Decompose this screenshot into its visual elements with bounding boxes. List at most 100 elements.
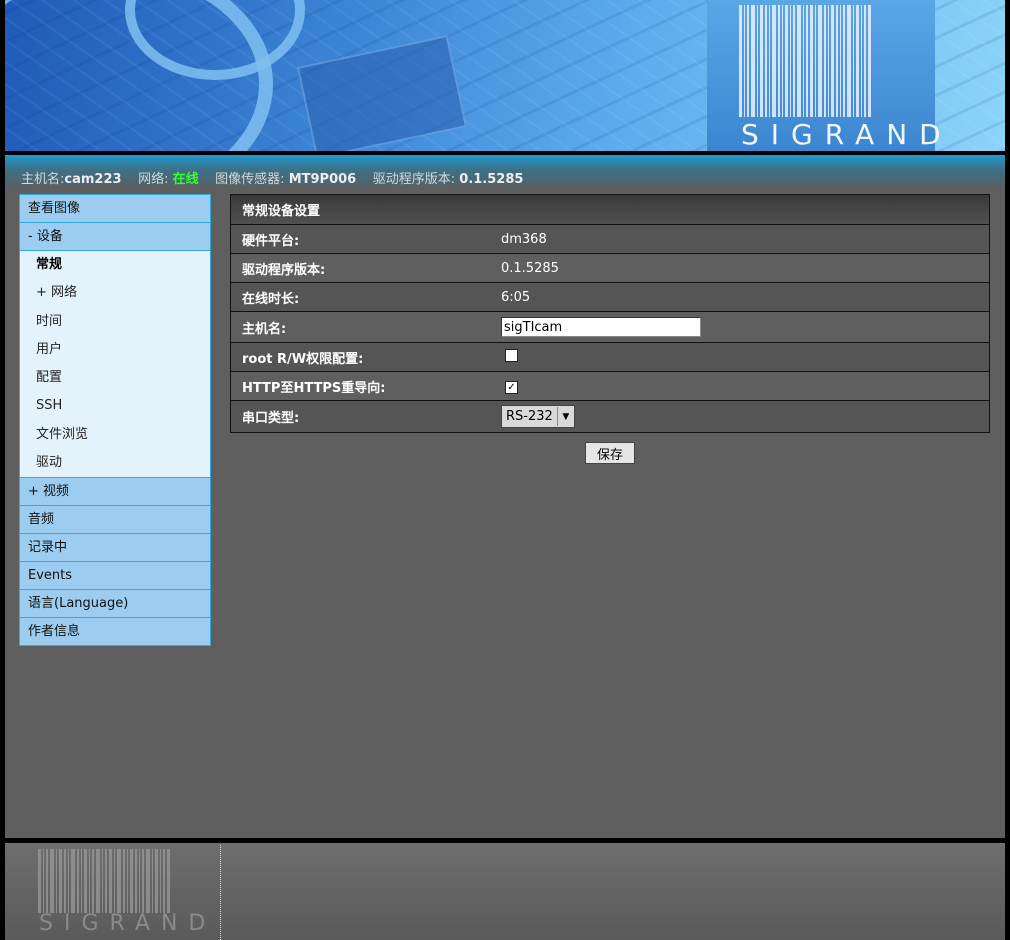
barcode-bar [89,849,90,913]
host-label: 主机名: [21,172,65,187]
row-serial-type: 串口类型: RS-232 ▼ [231,400,989,432]
serial-type-select[interactable]: RS-232 ▼ [501,405,575,428]
barcode-bar [803,5,804,117]
network-label: 网络: [138,172,169,187]
barcode-bar [818,5,822,117]
barcode-bar [139,849,140,913]
barcode-bar [831,5,834,117]
serial-type-value: RS-232 [506,409,553,424]
nav-sub-config[interactable]: 配置 [20,364,210,393]
barcode-bar [77,849,79,913]
nav-audio[interactable]: 音频 [20,506,210,535]
panel-title: 常规设备设置 [242,204,321,219]
barcode-bar [751,5,755,117]
barcode-bar [778,5,780,117]
nav-sub-drivers[interactable]: 驱动 [20,449,210,478]
nav-device[interactable]: - 设备 [20,223,210,251]
row-hardware: 硬件平台: dm368 [231,224,989,253]
barcode-bar [836,5,838,117]
nav-sub-time[interactable]: 时间 [20,307,210,336]
hostname-label: 主机名: [242,321,287,337]
barcode-bar [68,849,69,913]
barcode-bar [38,849,41,913]
barcode-bar [130,849,133,913]
hostname-input[interactable] [501,317,701,337]
barcode-bar [81,849,82,913]
barcode-bar [760,5,763,117]
row-uptime: 在线时长: 6:05 [231,282,989,311]
driver-value: 0.1.5285 [501,260,559,276]
barcode-bar [152,849,153,913]
serial-label: 串口类型: [242,411,300,426]
row-hostname: 主机名: [231,311,989,342]
barcode-bar [828,5,829,117]
barcode-bar [92,849,94,913]
device-status-info: 主机名:cam223 网络: 在线 图像传感器: MT9P006 驱动程序版本:… [21,168,523,187]
footer-logo-text: SIGRAND [39,911,217,936]
footer-logo: SIGRAND [5,843,215,940]
nav-sub-network[interactable]: + 网络 [20,279,210,308]
host-value: cam223 [64,172,122,187]
barcode-bar [782,5,783,117]
root-rw-label: root R/W权限配置: [242,351,364,367]
footer-divider [220,845,221,940]
driver-label: 驱动程序版本: [242,262,326,278]
barcode-bar [806,5,808,117]
https-label: HTTP至HTTPS重导向: [242,380,386,396]
barcode-bar [64,849,66,913]
root-rw-checkbox[interactable] [505,348,518,362]
barcode-bar [785,5,788,117]
barcode-bar [127,849,128,913]
main-area: 查看图像 - 设备 常规 + 网络 时间 用户 配置 SSH 文件浏览 驱动 +… [5,186,1005,838]
sensor-label: 图像传感器: [215,172,285,187]
barcode-bar [59,849,62,913]
nav-events[interactable]: Events [20,562,210,591]
barcode-bar [146,849,150,913]
barcode-bar [163,849,165,913]
chevron-down-icon[interactable]: ▼ [556,407,574,426]
barcode-bar [135,849,137,913]
barcode-bar [160,849,161,913]
driver-version-value: 0.1.5285 [459,172,524,187]
footer-barcode-icon [38,849,172,913]
settings-panel: 常规设备设置 硬件平台: dm368 驱动程序版本: 0.1.5285 在线时长… [230,194,990,433]
sensor-value: MT9P006 [288,172,357,187]
uptime-value: 6:05 [501,289,531,305]
barcode-bar [71,849,75,913]
nav-view-image[interactable]: 查看图像 [20,195,210,223]
barcode-bar [46,849,48,913]
uptime-label: 在线时长: [242,291,300,307]
barcode-bar [815,5,816,117]
barcode-bar [43,849,44,913]
nav-video[interactable]: + 视频 [20,478,210,507]
row-driver-version: 驱动程序版本: 0.1.5285 [231,253,989,282]
barcode-bar [765,5,767,117]
barcode-bar [772,5,776,117]
hardware-value: dm368 [501,231,547,247]
driver-version-label: 驱动程序版本: [372,172,456,187]
row-root-rw: root R/W权限配置: [231,342,989,371]
nav-sub-general[interactable]: 常规 [20,251,210,280]
network-status: 在线 [172,172,199,187]
nav-sub-file-browser[interactable]: 文件浏览 [20,420,210,450]
nav-language[interactable]: 语言(Language) [20,590,210,619]
hardware-label: 硬件平台: [242,233,300,249]
header-banner: SIGRAND [5,0,1005,151]
barcode-bar [769,5,770,117]
barcode-bar [810,5,813,117]
https-redirect-checkbox[interactable]: ✓ [505,380,518,394]
nav-recording[interactable]: 记录中 [20,534,210,563]
sigrand-logo: SIGRAND [707,0,941,151]
save-button[interactable]: 保存 [585,442,635,464]
nav-about[interactable]: 作者信息 [20,618,210,646]
nav-sub-users[interactable]: 用户 [20,335,210,365]
barcode-bar [123,849,125,913]
barcode-bar [117,849,121,913]
barcode-bar [747,5,749,117]
logo-text: SIGRAND [741,118,953,151]
panel-title-row: 常规设备设置 [231,195,989,224]
barcode-bar [861,5,862,117]
nav-sub-ssh[interactable]: SSH [20,392,210,421]
barcode-bar [744,5,745,117]
barcode-bar [50,849,54,913]
